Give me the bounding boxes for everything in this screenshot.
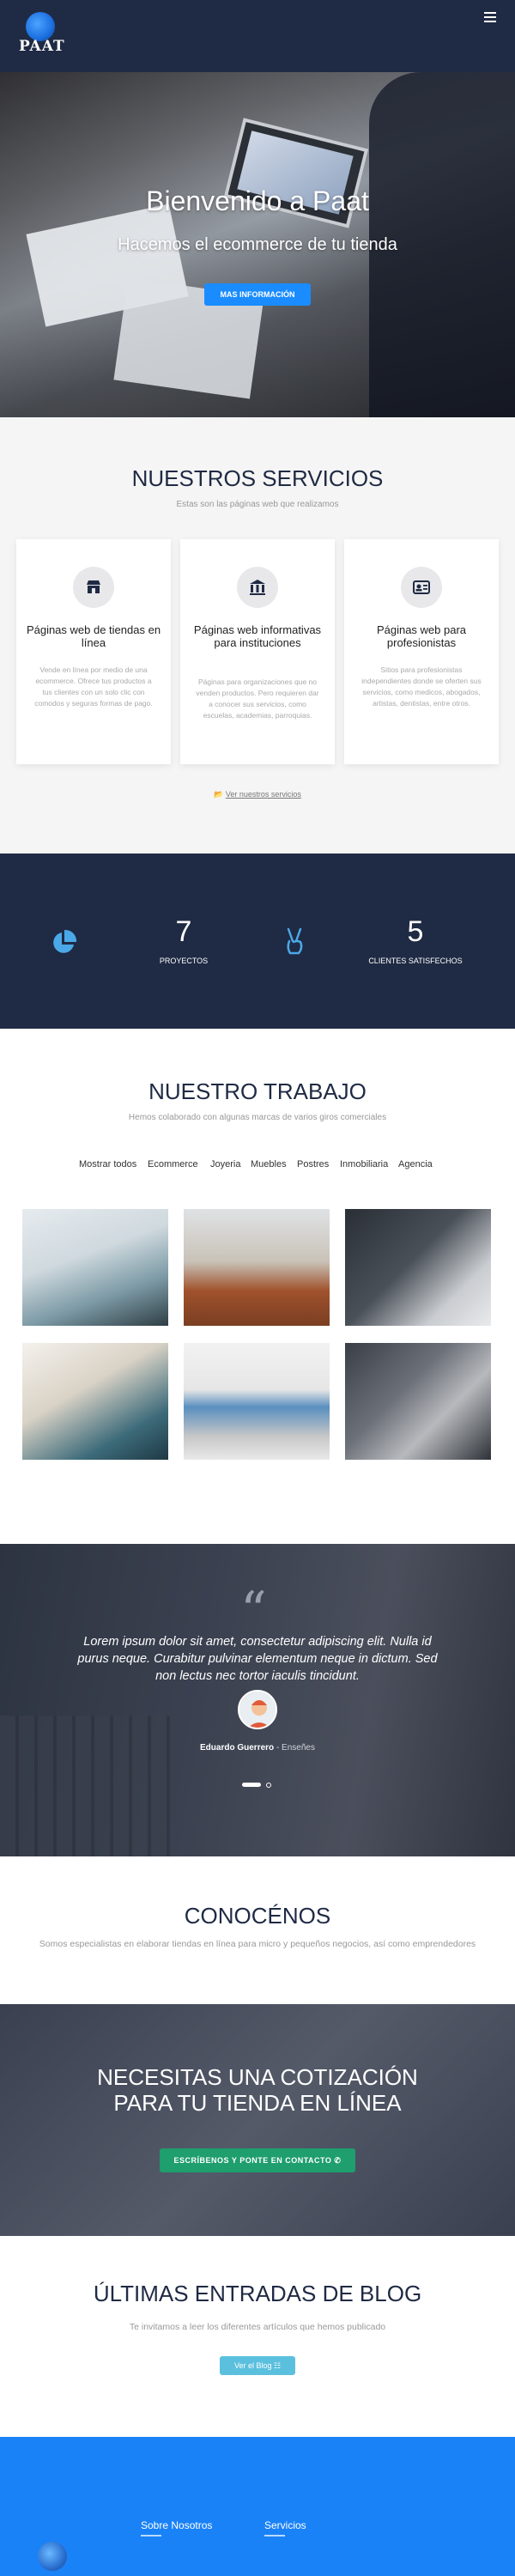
- blog-subtitle: Te invitamos a leer los diferentes artíc…: [129, 2322, 386, 2332]
- quote-icon: “: [240, 1581, 267, 1641]
- carousel-dot-active[interactable]: [242, 1783, 261, 1787]
- footer-logo-icon[interactable]: [38, 2542, 67, 2571]
- stats-section: 7 PROYECTOS 5 CLIENTES SATISFECHOS: [0, 854, 515, 1029]
- filter-all[interactable]: Mostrar todos: [79, 1159, 136, 1170]
- footer-about-heading: Sobre Nosotros: [141, 2519, 213, 2531]
- folder-icon: 📂: [214, 790, 224, 799]
- clients-label: CLIENTES SATISFECHOS: [368, 957, 463, 965]
- logo-globe-icon: [26, 12, 55, 41]
- portfolio-image-meeting[interactable]: [184, 1209, 330, 1326]
- filter-ecommerce[interactable]: Ecommerce: [148, 1159, 198, 1170]
- id-card-icon: [401, 567, 442, 608]
- view-blog-label: Ver el Blog: [233, 2361, 272, 2370]
- filter-muebles[interactable]: Muebles: [251, 1159, 287, 1170]
- about-section: CONOCÉNOS Somos especialistas en elabora…: [0, 1856, 515, 2004]
- victory-hand-icon: [287, 927, 303, 955]
- testimonial-section: “ Lorem ipsum dolor sit amet, consectetu…: [0, 1544, 515, 1856]
- hero-banner: Bienvenido a Paat Hacemos el ecommerce d…: [0, 72, 515, 417]
- footer-divider: [141, 2535, 161, 2537]
- portfolio-image-charts[interactable]: [22, 1209, 168, 1326]
- site-footer: Sobre Nosotros Servicios: [0, 2437, 515, 2576]
- contact-button-label: ESCRÍBENOS Y PONTE EN CONTACTO: [173, 2156, 332, 2165]
- blog-title: ÚLTIMAS ENTRADAS DE BLOG: [93, 2281, 422, 2306]
- work-subtitle: Hemos colaborado con algunas marcas de v…: [128, 1113, 387, 1122]
- avatar: [238, 1690, 277, 1729]
- blog-section: ÚLTIMAS ENTRADAS DE BLOG Te invitamos a …: [0, 2236, 515, 2437]
- view-services-label: Ver nuestros servicios: [225, 790, 301, 799]
- footer-services-heading: Servicios: [264, 2519, 306, 2531]
- author-role: Enseñes: [282, 1743, 315, 1753]
- service-card-text: Sitios para profesionistas independiente…: [361, 665, 482, 708]
- portfolio-image-imac[interactable]: [184, 1343, 330, 1460]
- cta-title: NECESITAS UNA COTIZACIÓN PARA TU TIENDA …: [0, 2064, 515, 2116]
- work-title: NUESTRO TRABAJO: [148, 1078, 367, 1104]
- portfolio-image-desk-work[interactable]: [22, 1343, 168, 1460]
- carousel-dot[interactable]: [266, 1783, 271, 1788]
- filter-joyeria[interactable]: Joyeria: [210, 1159, 240, 1170]
- service-card-title: Páginas web para profesionistas: [376, 623, 467, 649]
- service-card-title: Páginas web de tiendas en línea: [26, 623, 161, 649]
- book-icon: ☷: [273, 2361, 282, 2370]
- service-card-text: Páginas para organizaciones que no vende…: [196, 677, 319, 720]
- testimonial-author: Eduardo Guerrero - Enseñes: [200, 1743, 315, 1753]
- institution-icon: [237, 567, 278, 608]
- view-services-link[interactable]: 📂 Ver nuestros servicios: [0, 790, 515, 799]
- portfolio-section: NUESTRO TRABAJO Hemos colaborado con alg…: [0, 1029, 515, 1544]
- testimonial-quote: Lorem ipsum dolor sit amet, consectetur …: [77, 1635, 438, 1683]
- services-subtitle: Estas son las páginas web que realizamos: [176, 500, 339, 509]
- cta-title-line1: NECESITAS UNA COTIZACIÓN: [97, 2064, 418, 2090]
- view-blog-button[interactable]: Ver el Blog ☷: [220, 2356, 295, 2375]
- cta-title-line2: PARA TU TIENDA EN LÍNEA: [113, 2090, 402, 2116]
- logo-text: PAAT: [19, 38, 65, 55]
- portfolio-image-laptop-code[interactable]: [345, 1209, 491, 1326]
- hero-title: Bienvenido a Paat: [146, 185, 369, 216]
- service-card[interactable]: Páginas web para profesionistas Sitios p…: [344, 539, 499, 764]
- hero-subtitle: Hacemos el ecommerce de tu tienda: [118, 235, 397, 254]
- services-title: NUESTROS SERVICIOS: [131, 465, 384, 491]
- site-header: PAAT: [0, 0, 515, 72]
- service-card[interactable]: Páginas web informativas para institucio…: [180, 539, 335, 764]
- whatsapp-icon: ✆: [334, 2156, 342, 2165]
- about-title: CONOCÉNOS: [184, 1903, 331, 1929]
- testimonial-background-keyboard: [0, 1716, 172, 1856]
- store-icon: [73, 567, 114, 608]
- more-info-button[interactable]: MAS INFORMACIÓN: [204, 283, 311, 306]
- pie-chart-icon: [53, 929, 77, 953]
- portfolio-image-typing[interactable]: [345, 1343, 491, 1460]
- filter-inmobiliaria[interactable]: Inmobiliaria: [340, 1159, 388, 1170]
- service-card-text: Vende en línea por medio de una ecommerc…: [34, 665, 153, 708]
- about-text: Somos especialistas en elaborar tiendas …: [39, 1939, 476, 1949]
- footer-divider: [264, 2535, 285, 2537]
- clients-count: 5: [407, 915, 424, 948]
- service-card[interactable]: Páginas web de tiendas en línea Vende en…: [16, 539, 171, 764]
- contact-button[interactable]: ESCRÍBENOS Y PONTE EN CONTACTO ✆: [160, 2148, 355, 2172]
- hamburger-icon[interactable]: [484, 12, 496, 24]
- projects-count: 7: [175, 915, 192, 948]
- filter-postres[interactable]: Postres: [297, 1159, 329, 1170]
- filter-agencia[interactable]: Agencia: [398, 1159, 433, 1170]
- service-card-title: Páginas web informativas para institucio…: [193, 623, 322, 649]
- projects-label: PROYECTOS: [159, 957, 209, 965]
- site-logo[interactable]: PAAT: [19, 12, 64, 57]
- quote-cta-section: NECESITAS UNA COTIZACIÓN PARA TU TIENDA …: [0, 2004, 515, 2236]
- carousel-dots: [242, 1783, 276, 1788]
- services-section: NUESTROS SERVICIOS Estas son las páginas…: [0, 417, 515, 854]
- author-name: Eduardo Guerrero: [200, 1743, 275, 1753]
